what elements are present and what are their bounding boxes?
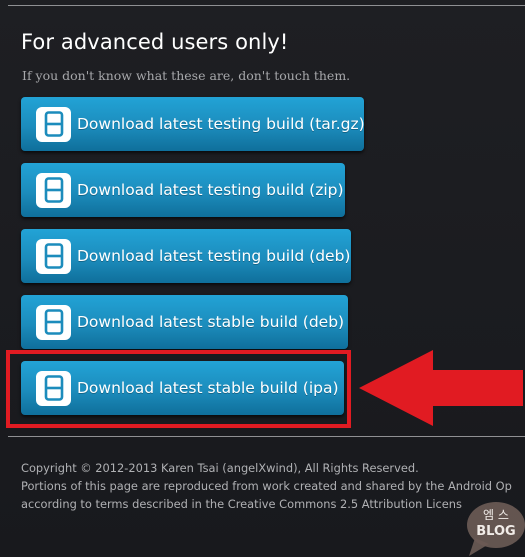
- download-button-label: Download latest testing build (zip): [77, 181, 344, 199]
- watermark-blog: BLOG: [476, 524, 515, 539]
- attribution-text: Portions of this page are reproduced fro…: [21, 479, 512, 493]
- app-icon: [36, 304, 71, 340]
- copyright-text: Copyright © 2012-2013 Karen Tsai (angelX…: [21, 461, 419, 475]
- top-divider: [8, 5, 525, 6]
- app-icon: [36, 238, 71, 274]
- app-icon: [36, 172, 71, 208]
- app-icon: [36, 106, 71, 142]
- download-page: For advanced users only! If you don't kn…: [0, 0, 525, 557]
- download-testing-deb-button[interactable]: Download latest testing build (deb): [21, 229, 351, 283]
- watermark-korean: 엠 스: [483, 508, 509, 522]
- bottom-divider: [8, 436, 525, 437]
- download-stable-deb-button[interactable]: Download latest stable build (deb): [21, 295, 348, 349]
- blog-watermark: 엠 스 BLOG: [467, 502, 525, 556]
- footer: Copyright © 2012-2013 Karen Tsai (angelX…: [21, 459, 512, 513]
- highlight-box: [6, 350, 351, 428]
- red-arrow-icon: [359, 350, 523, 426]
- download-button-label: Download latest testing build (tar.gz): [77, 115, 365, 133]
- download-button-label: Download latest stable build (deb): [77, 313, 345, 331]
- download-testing-targz-button[interactable]: Download latest testing build (tar.gz): [21, 97, 365, 151]
- download-button-label: Download latest testing build (deb): [77, 247, 351, 265]
- license-text: according to terms described in the Crea…: [21, 497, 462, 511]
- section-subtitle: If you don't know what these are, don't …: [22, 68, 351, 83]
- download-testing-zip-button[interactable]: Download latest testing build (zip): [21, 163, 345, 217]
- section-title: For advanced users only!: [21, 30, 289, 54]
